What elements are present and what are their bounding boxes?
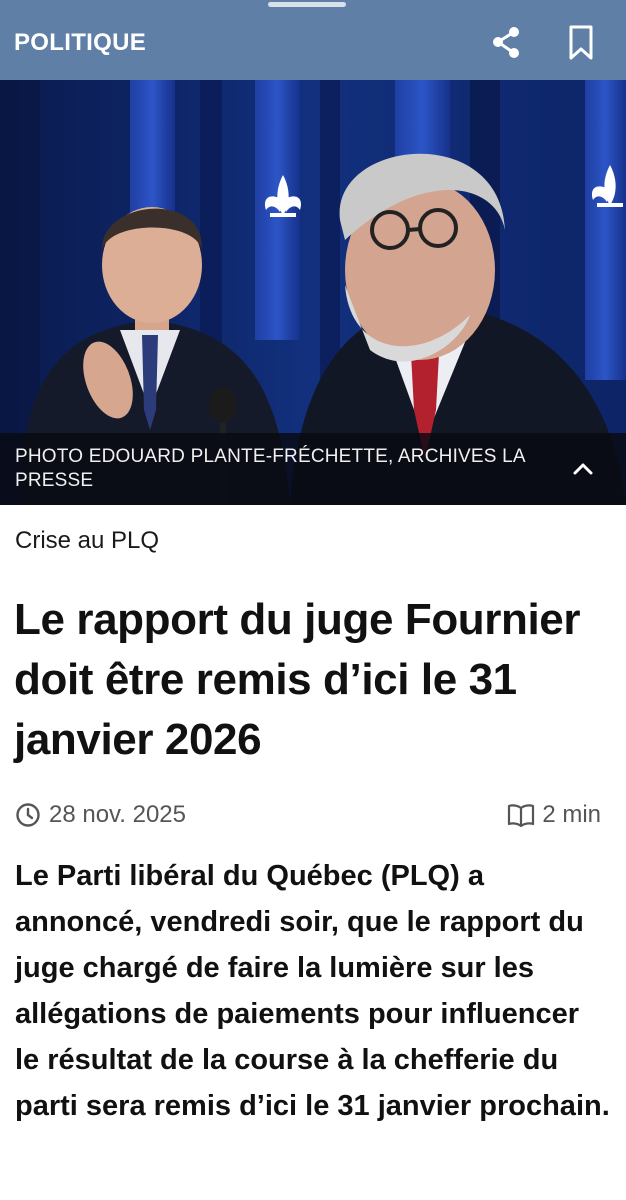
book-icon	[508, 804, 535, 828]
article-title: Le rapport du juge Fournier doit être re…	[14, 595, 581, 764]
bookmark-button[interactable]	[562, 22, 602, 62]
share-button[interactable]	[487, 22, 527, 62]
article-kicker[interactable]: Crise au PLQ	[15, 527, 159, 555]
article-lead: Le Parti libéral du Québec (PLQ) a annon…	[15, 860, 610, 1122]
top-app-bar: POLITIQUE	[0, 0, 626, 80]
caption-toggle-button[interactable]	[566, 455, 600, 483]
section-title[interactable]: POLITIQUE	[14, 29, 146, 57]
bookmark-icon	[569, 25, 593, 60]
share-icon	[493, 27, 519, 58]
clock-icon	[16, 803, 40, 827]
photo-credit: PHOTO EDOUARD PLANTE-FRÉCHETTE, ARCHIVES…	[15, 446, 525, 491]
publish-date: 28 nov. 2025	[15, 800, 186, 830]
chevron-up-icon	[573, 463, 593, 475]
drag-handle[interactable]	[268, 2, 346, 7]
reading-time: 2 min	[506, 800, 601, 830]
reading-time-text: 2 min	[542, 801, 601, 828]
publish-date-text: 28 nov. 2025	[49, 801, 187, 828]
